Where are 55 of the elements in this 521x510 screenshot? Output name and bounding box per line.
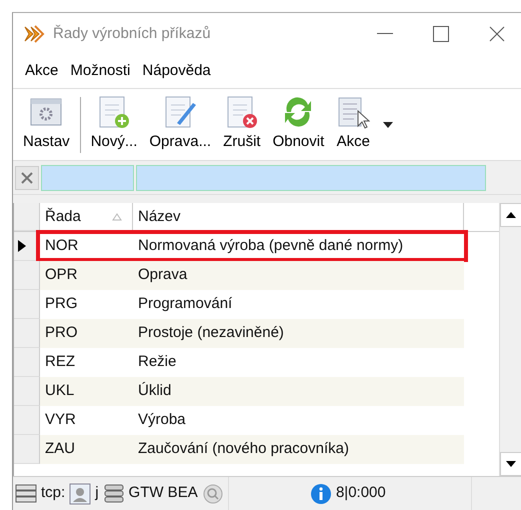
app-logo-icon <box>23 24 45 44</box>
user-label: j <box>95 483 99 504</box>
delete-document-icon <box>224 95 259 130</box>
user-icon <box>69 482 92 504</box>
up-arrow-icon <box>506 212 516 218</box>
table-cell: Zaučování (nového pracovníka) <box>133 435 464 464</box>
connection-label: tcp: <box>41 483 66 504</box>
column-header[interactable]: Název <box>133 203 464 231</box>
table-cell: Oprava <box>133 261 464 290</box>
table-cell: UKL <box>40 377 133 406</box>
table-cell-text: Programování <box>137 294 234 314</box>
clear-filter-button[interactable] <box>15 166 39 190</box>
table-cell-text: REZ <box>44 352 76 372</box>
down-arrow-icon <box>506 461 516 467</box>
toolbar-button[interactable]: Obnovit <box>266 93 330 156</box>
list-cursor-icon <box>336 95 370 130</box>
menu-item[interactable]: Možnosti <box>66 58 134 85</box>
info-icon <box>310 482 332 504</box>
edit-document-icon <box>163 95 198 130</box>
close-icon <box>489 26 505 42</box>
table-cell-text: NOR <box>44 236 80 256</box>
new-document-icon <box>97 95 132 130</box>
scroll-up-button[interactable] <box>500 203 521 227</box>
toolbar-button[interactable]: Nastav <box>17 93 76 156</box>
clear-icon <box>20 170 34 184</box>
table-cell-text: Normovaná výroba (pevně dané normy) <box>137 236 404 256</box>
toolbar-button[interactable]: Nový... <box>84 93 144 156</box>
database-icon <box>102 482 125 504</box>
scroll-down-button[interactable] <box>500 452 521 476</box>
record-counter: 8|0:000 <box>336 483 386 504</box>
table-cell-text: PRG <box>44 294 79 314</box>
table-cell-text: Výroba <box>137 410 187 430</box>
window-title: Řady výrobních příkazů <box>53 24 212 44</box>
toolbar-button[interactable]: Zrušit <box>217 93 267 156</box>
table-cell: ZAU <box>40 435 133 464</box>
menu-item[interactable]: Akce <box>21 58 62 85</box>
table-cell: PRO <box>40 319 133 348</box>
column-header[interactable]: Řada <box>40 203 133 231</box>
maximize-icon <box>433 26 449 42</box>
table-cell: Úklid <box>133 377 464 406</box>
caret-icon <box>383 122 394 128</box>
minimize-icon <box>377 33 393 35</box>
toolbar-button[interactable]: Akce <box>330 93 376 156</box>
filter-field[interactable] <box>136 164 486 190</box>
search-icon <box>202 482 224 504</box>
menu-item[interactable]: Nápověda <box>138 58 215 85</box>
table-cell-text: VYR <box>44 410 77 430</box>
current-row-icon <box>18 240 26 252</box>
server-icon <box>15 482 37 504</box>
toolbar-button[interactable]: Oprava... <box>143 93 218 156</box>
table-cell: OPR <box>40 261 133 290</box>
filter-field[interactable] <box>41 164 134 190</box>
database-label: GTW BEA <box>128 483 198 504</box>
table-cell-text: Režie <box>137 352 178 372</box>
table-cell: Prostoje (nezaviněné) <box>133 319 464 348</box>
